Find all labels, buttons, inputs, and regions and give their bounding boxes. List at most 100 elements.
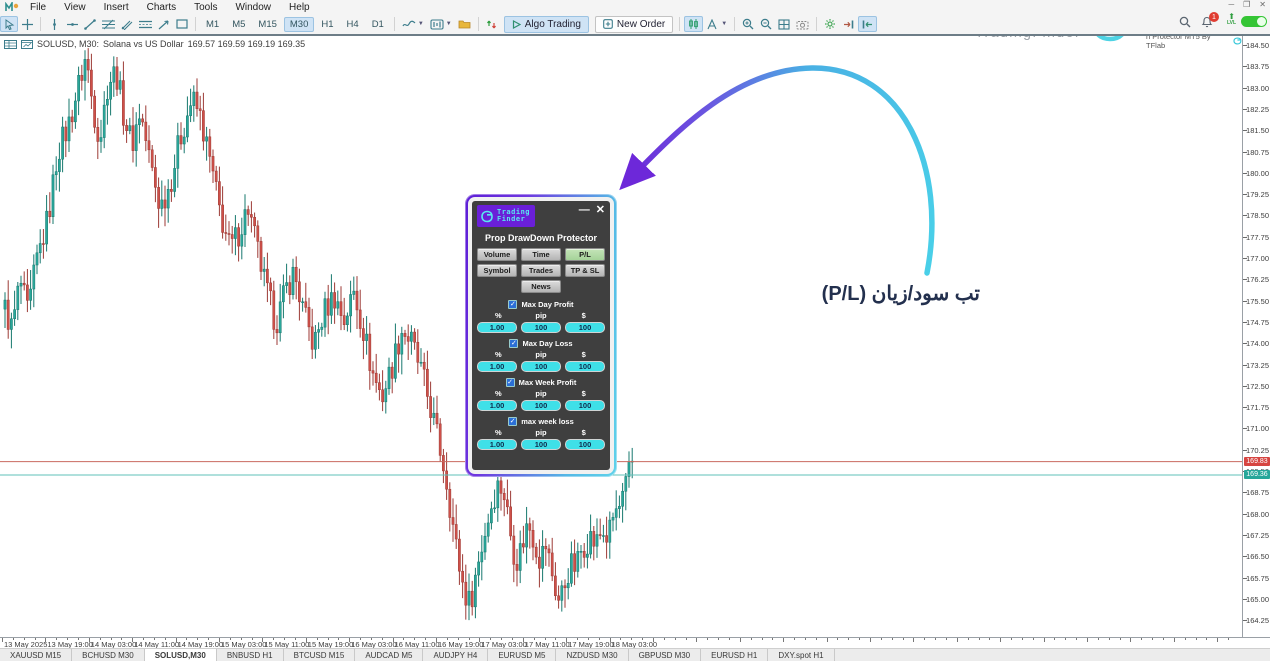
time-tick-mark [1196, 638, 1197, 640]
chart-tab-eurusd-h1[interactable]: EURUSD H1 [701, 649, 768, 661]
menu-insert[interactable]: Insert [95, 2, 138, 13]
column-label: $ [562, 350, 605, 359]
time-tick-mark [848, 638, 849, 640]
chart-tab-btcusd-m15[interactable]: BTCUSD M15 [284, 649, 356, 661]
panel-tab-news[interactable]: News [521, 280, 561, 293]
chart-tab-xauusd-m15[interactable]: XAUUSD M15 [0, 649, 72, 661]
indicators-dropdown[interactable]: ▼ [427, 16, 455, 32]
panel-tab-tp---sl[interactable]: TP & SL [565, 264, 605, 277]
buy-sell-arrows-button[interactable] [483, 16, 501, 32]
panel-tab-symbol[interactable]: Symbol [477, 264, 517, 277]
menu-help[interactable]: Help [280, 2, 319, 13]
panel-tab-time[interactable]: Time [521, 248, 561, 261]
input-max-week-profit-pip[interactable]: 100 [521, 400, 561, 411]
chart-tab-audcad-m5[interactable]: AUDCAD M5 [355, 649, 423, 661]
templates-folder-button[interactable] [455, 16, 474, 32]
chart-tab-solusd-m30[interactable]: SOLUSD,M30 [145, 649, 217, 661]
window-minimize-button[interactable]: ─ [1228, 0, 1234, 9]
price-tick-label: 173.25 [1246, 361, 1269, 370]
section-label: Max Day Loss [522, 339, 572, 348]
text-tool-dropdown[interactable]: ▼ [703, 16, 730, 32]
menu-file[interactable]: File [21, 2, 55, 13]
fibonacci-tool-button[interactable] [99, 16, 118, 32]
tile-windows-button[interactable] [775, 16, 793, 32]
panel-tabs: Volume Time P/L Symbol Trades TP & SL [477, 248, 605, 277]
checkbox-max-week-loss[interactable]: ✓ [508, 417, 517, 426]
checkbox-max-day-loss[interactable]: ✓ [509, 339, 518, 348]
rectangle-tool-button[interactable] [173, 16, 191, 32]
chart-tab-gbpusd-m30[interactable]: GBPUSD M30 [629, 649, 702, 661]
chart-tab-bchusd-m30[interactable]: BCHUSD M30 [72, 649, 145, 661]
window-close-button[interactable]: ✕ [1259, 0, 1266, 9]
timeframe-h1-button[interactable]: H1 [315, 17, 339, 32]
step-back-button[interactable] [858, 16, 877, 32]
panel-tab-volume[interactable]: Volume [477, 248, 517, 261]
bar-spacing-button[interactable] [684, 16, 703, 32]
prop-drawdown-protector-panel[interactable]: Trading Finder — ✕ Prop DrawDown Protect… [465, 194, 617, 477]
input-max-week-profit-pct[interactable]: 1.00 [477, 400, 517, 411]
panel-minimize-button[interactable]: — [579, 205, 590, 215]
chart-window-icon[interactable] [21, 40, 33, 49]
zoom-in-button[interactable] [739, 16, 757, 32]
price-axis[interactable]: 184.50183.75183.00182.25181.50180.75180.… [1242, 36, 1270, 637]
panel-tab-p-l[interactable]: P/L [565, 248, 605, 261]
input-max-day-profit-usd[interactable]: 100 [565, 322, 605, 333]
time-tick-mark [979, 638, 980, 640]
input-max-day-loss-pct[interactable]: 1.00 [477, 361, 517, 372]
input-max-week-profit-usd[interactable]: 100 [565, 400, 605, 411]
cursor-tool-button[interactable] [0, 16, 18, 32]
chart-tab-nzdusd-m30[interactable]: NZDUSD M30 [556, 649, 628, 661]
timeframe-d1-button[interactable]: D1 [366, 17, 390, 32]
input-max-day-loss-usd[interactable]: 100 [565, 361, 605, 372]
timeframe-m15-button[interactable]: M15 [252, 17, 282, 32]
search-icon[interactable] [1179, 15, 1191, 33]
trendline-tool-button[interactable] [81, 16, 99, 32]
chart-tab-eurusd-m5[interactable]: EURUSD M5 [488, 649, 556, 661]
screenshot-button[interactable] [793, 16, 812, 32]
arrow-line-tool-button[interactable] [155, 16, 173, 32]
timeframe-m5-button[interactable]: M5 [226, 17, 251, 32]
chart-tab-audjpy-h4[interactable]: AUDJPY H4 [423, 649, 488, 661]
menu-window[interactable]: Window [226, 2, 280, 13]
window-restore-button[interactable]: ❐ [1243, 0, 1250, 9]
menu-view[interactable]: View [55, 2, 95, 13]
quotes-table-icon[interactable] [4, 40, 17, 49]
zoom-out-button[interactable] [757, 16, 775, 32]
time-tick-mark [1120, 638, 1121, 640]
input-max-day-profit-pct[interactable]: 1.00 [477, 322, 517, 333]
time-axis[interactable]: 13 May 202513 May 19:0014 May 03:0014 Ma… [0, 637, 1242, 648]
horizontal-line-tool-button[interactable] [63, 16, 81, 32]
equidistant-lines-tool-button[interactable] [136, 16, 155, 32]
indicator-name-label: n Protector MT5 By TFlab [1146, 36, 1242, 50]
input-max-day-profit-pip[interactable]: 100 [521, 322, 561, 333]
timeframe-m30-button[interactable]: M30 [284, 17, 314, 32]
panel-tab-trades[interactable]: Trades [521, 264, 561, 277]
channel-tool-button[interactable] [118, 16, 136, 32]
new-order-button[interactable]: New Order [595, 16, 673, 33]
chart-window-border [0, 34, 1270, 36]
timeframe-m1-button[interactable]: M1 [200, 17, 225, 32]
input-max-day-loss-pip[interactable]: 100 [521, 361, 561, 372]
column-label: $ [562, 428, 605, 437]
chart-type-dropdown[interactable]: ▼ [399, 16, 427, 32]
input-max-week-loss-pip[interactable]: 100 [521, 439, 561, 450]
timeframe-h4-button[interactable]: H4 [341, 17, 365, 32]
lvl-indicator[interactable]: ⬆ LVL [1227, 13, 1236, 26]
chart-tab-dxy-spot-h1[interactable]: DXY.spot H1 [768, 649, 834, 661]
checkbox-max-day-profit[interactable]: ✓ [508, 300, 517, 309]
input-max-week-loss-usd[interactable]: 100 [565, 439, 605, 450]
checkbox-max-week-profit[interactable]: ✓ [506, 378, 515, 387]
menu-charts[interactable]: Charts [138, 2, 185, 13]
toggle-switch[interactable] [1241, 16, 1267, 27]
algo-trading-button[interactable]: Algo Trading [504, 16, 589, 33]
input-max-week-loss-pct[interactable]: 1.00 [477, 439, 517, 450]
time-tick-mark [837, 638, 838, 640]
step-forward-button[interactable] [839, 16, 858, 32]
crosshair-tool-button[interactable] [18, 16, 36, 32]
price-tick-label: 178.50 [1246, 211, 1269, 220]
time-tick-mark [696, 638, 697, 642]
menu-tools[interactable]: Tools [185, 2, 226, 13]
vertical-line-tool-button[interactable] [45, 16, 63, 32]
chart-tab-bnbusd-h1[interactable]: BNBUSD H1 [217, 649, 284, 661]
settings-gear-button[interactable] [821, 16, 839, 32]
